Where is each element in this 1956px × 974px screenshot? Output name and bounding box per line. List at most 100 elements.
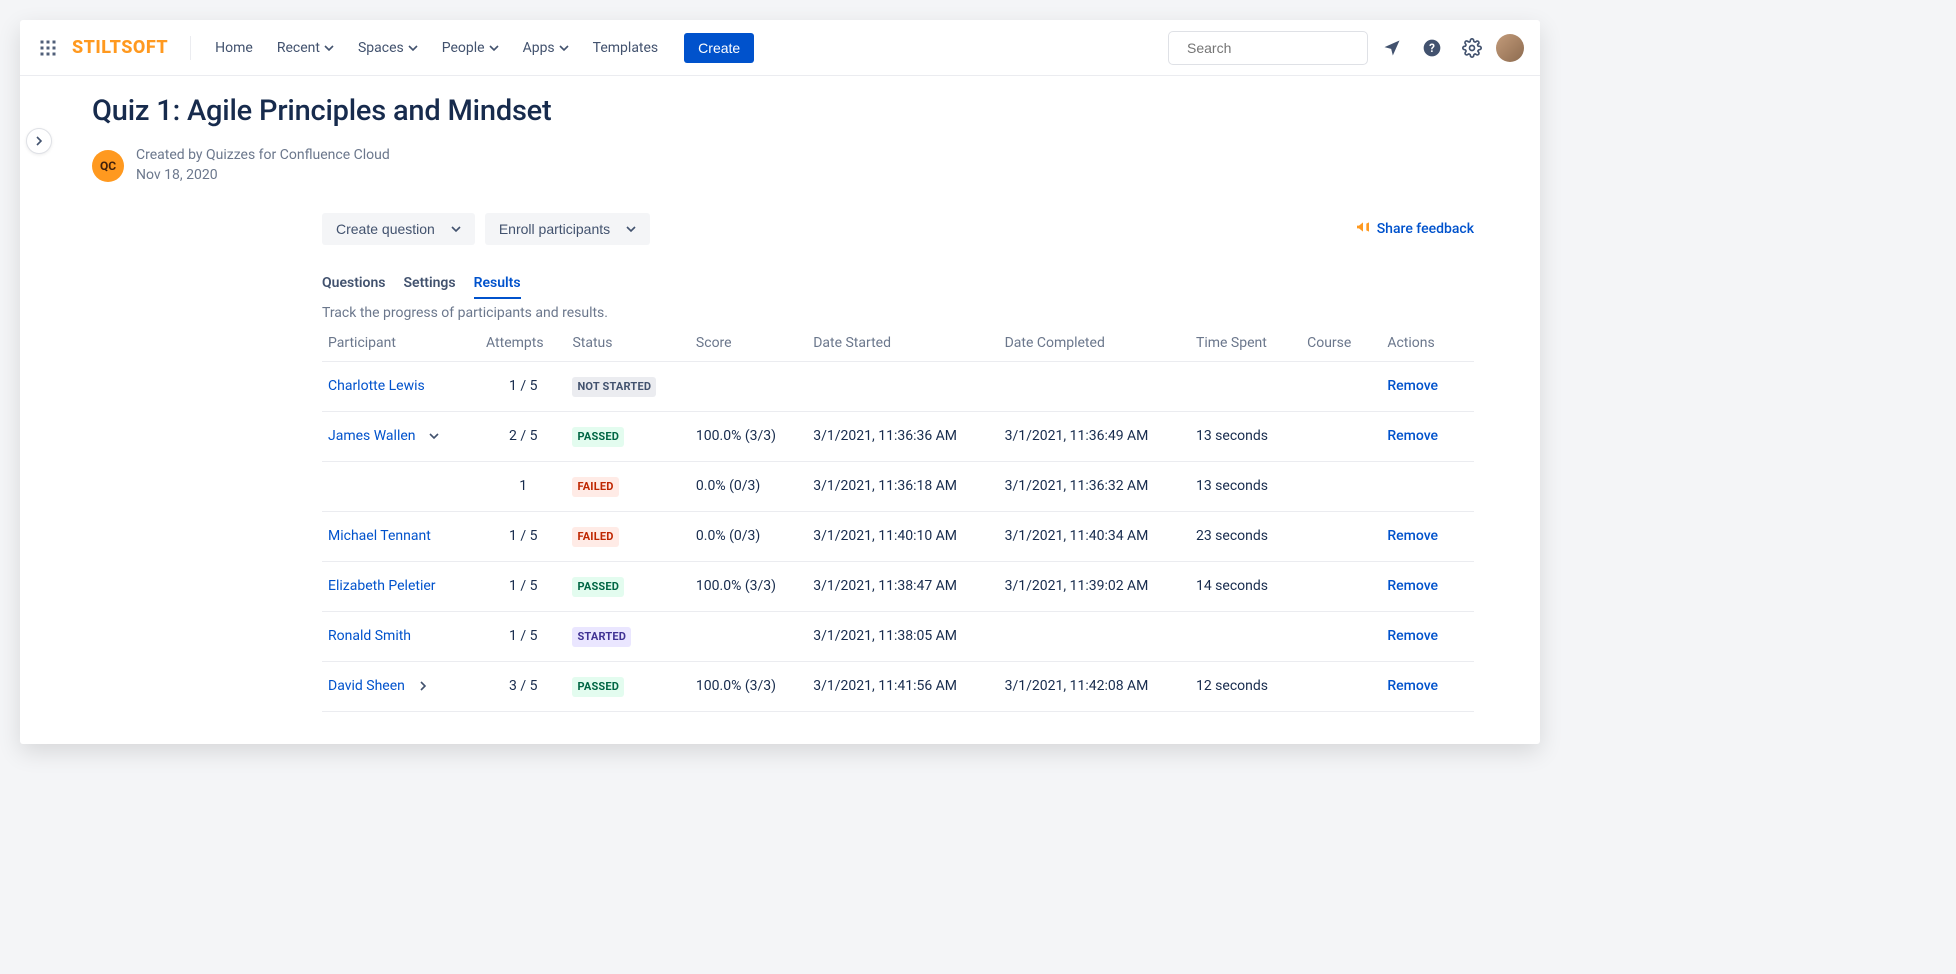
byline-text: Created by Quizzes for Confluence Cloud … [136,146,390,185]
app-switcher-icon[interactable] [36,36,60,60]
settings-icon[interactable] [1456,32,1488,64]
attempts-cell: 1 / 5 [480,611,566,661]
expand-toggle-icon[interactable] [426,428,442,444]
user-avatar[interactable] [1496,34,1524,62]
nav-recent[interactable]: Recent [267,34,344,62]
score-cell: 100.0% (3/3) [690,412,807,462]
create-button[interactable]: Create [684,33,754,63]
participant-link[interactable]: James Wallen [328,426,416,446]
svg-text:?: ? [1429,41,1435,55]
help-icon[interactable]: ? [1416,32,1448,64]
status-cell: NOT STARTED [566,362,689,412]
nav-people-label: People [442,40,485,56]
tab-settings[interactable]: Settings [403,269,455,299]
time-spent-cell [1190,611,1301,661]
top-navigation: STILTSOFT Home Recent Spaces People Apps… [20,20,1540,76]
date-completed-cell: 3/1/2021, 11:36:49 AM [999,412,1190,462]
tab-questions[interactable]: Questions [322,269,385,299]
time-spent-cell [1190,362,1301,412]
date-completed-cell: 3/1/2021, 11:36:32 AM [999,462,1190,512]
nav-people[interactable]: People [432,34,509,62]
nav-spaces[interactable]: Spaces [348,34,428,62]
course-cell [1301,561,1381,611]
chevron-down-icon [626,224,636,234]
search-box[interactable] [1168,31,1368,65]
content-wrap: Create question Enroll participants Shar… [92,213,1484,712]
participant-link[interactable]: Ronald Smith [328,626,411,646]
course-cell [1301,362,1381,412]
participant-link[interactable]: Michael Tennant [328,526,431,546]
col-participant: Participant [322,327,480,362]
remove-button[interactable]: Remove [1387,528,1438,544]
table-subrow: 1FAILED0.0% (0/3)3/1/2021, 11:36:18 AM3/… [322,462,1474,512]
results-table: Participant Attempts Status Score Date S… [322,327,1474,712]
chevron-down-icon [408,43,418,53]
status-badge: NOT STARTED [572,377,656,397]
nav-apps[interactable]: Apps [513,34,579,62]
create-question-button[interactable]: Create question [322,213,475,245]
course-cell [1301,412,1381,462]
col-attempts: Attempts [480,327,566,362]
author-avatar[interactable]: QC [92,150,124,182]
notifications-icon[interactable] [1376,32,1408,64]
participant-link[interactable]: Elizabeth Peletier [328,576,436,596]
tabs: Questions Settings Results [322,269,1474,299]
date-started-cell: 3/1/2021, 11:38:47 AM [807,561,998,611]
tab-results[interactable]: Results [474,269,521,299]
byline: QC Created by Quizzes for Confluence Clo… [92,146,1484,185]
remove-button[interactable]: Remove [1387,428,1438,444]
chevron-down-icon [559,43,569,53]
date-completed-cell [999,362,1190,412]
status-cell: PASSED [566,661,689,711]
actions-cell: Remove [1381,661,1474,711]
participant-link[interactable]: Charlotte Lewis [328,376,425,396]
remove-button[interactable]: Remove [1387,378,1438,394]
actions-cell: Remove [1381,561,1474,611]
table-row: James Wallen 2 / 5PASSED100.0% (3/3)3/1/… [322,412,1474,462]
status-cell: STARTED [566,611,689,661]
page-body: Quiz 1: Agile Principles and Mindset QC … [20,76,1540,744]
megaphone-icon [1355,219,1371,239]
app-window: STILTSOFT Home Recent Spaces People Apps… [20,20,1540,744]
nav-apps-label: Apps [523,40,555,56]
remove-button[interactable]: Remove [1387,678,1438,694]
brand-logo[interactable]: STILTSOFT [68,37,176,58]
status-badge: STARTED [572,627,631,647]
search-input[interactable] [1187,40,1368,56]
status-badge: FAILED [572,477,618,497]
attempts-cell: 3 / 5 [480,661,566,711]
nav-spaces-label: Spaces [358,40,404,56]
time-spent-cell: 23 seconds [1190,512,1301,562]
remove-button[interactable]: Remove [1387,578,1438,594]
date-started-cell: 3/1/2021, 11:38:05 AM [807,611,998,661]
date-completed-cell [999,611,1190,661]
date-started-cell: 3/1/2021, 11:36:18 AM [807,462,998,512]
col-actions: Actions [1381,327,1474,362]
participant-link[interactable]: David Sheen [328,676,405,696]
col-date-started: Date Started [807,327,998,362]
col-time-spent: Time Spent [1190,327,1301,362]
share-feedback-link[interactable]: Share feedback [1355,219,1474,239]
nav-templates[interactable]: Templates [583,34,669,62]
date-completed-cell: 3/1/2021, 11:39:02 AM [999,561,1190,611]
table-row: Charlotte Lewis 1 / 5NOT STARTEDRemove [322,362,1474,412]
score-cell: 100.0% (3/3) [690,561,807,611]
col-status: Status [566,327,689,362]
expand-toggle-icon[interactable] [415,678,431,694]
remove-button[interactable]: Remove [1387,628,1438,644]
score-cell: 0.0% (0/3) [690,462,807,512]
share-feedback-label: Share feedback [1377,221,1474,237]
tab-description: Track the progress of participants and r… [322,305,1474,321]
table-row: David Sheen 3 / 5PASSED100.0% (3/3)3/1/2… [322,661,1474,711]
nav-home[interactable]: Home [205,34,263,62]
date-completed-cell: 3/1/2021, 11:42:08 AM [999,661,1190,711]
enroll-participants-button[interactable]: Enroll participants [485,213,650,245]
status-badge: PASSED [572,427,624,447]
time-spent-cell: 14 seconds [1190,561,1301,611]
date-started-cell: 3/1/2021, 11:36:36 AM [807,412,998,462]
actions-cell: Remove [1381,362,1474,412]
course-cell [1301,512,1381,562]
date-started-cell: 3/1/2021, 11:40:10 AM [807,512,998,562]
sidebar-expand-button[interactable] [26,128,52,154]
table-row: Ronald Smith 1 / 5 STARTED 3/1/2021, 11:38… [322,611,1474,661]
